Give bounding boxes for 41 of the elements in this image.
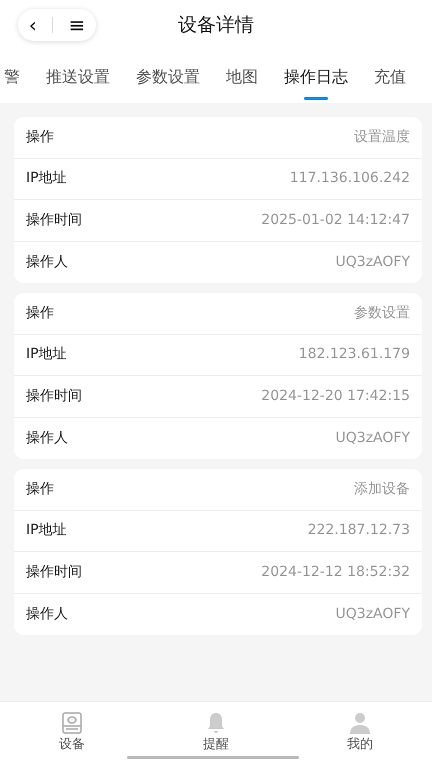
row-value: 2024-12-20 17:42:15 — [261, 386, 410, 406]
row-value: 117.136.106.242 — [290, 169, 410, 188]
nav-tab[interactable]: 设备 — [32, 710, 112, 754]
row-value: 参数设置 — [354, 304, 410, 323]
row-label: 操作时间 — [26, 562, 82, 582]
back-button[interactable]: ‹ — [22, 15, 43, 35]
row-value: UQ3zAOFY — [336, 604, 410, 624]
row-label: 操作 — [26, 128, 54, 147]
row-label: 操作人 — [26, 252, 68, 272]
row-value: 222.187.12.73 — [308, 521, 410, 540]
row-label: 操作人 — [26, 604, 68, 624]
device-icon — [60, 710, 84, 735]
nav-label: 我的 — [347, 736, 373, 754]
row-value: 添加设备 — [354, 480, 410, 499]
tab[interactable]: 推送设置 — [33, 50, 123, 103]
row-value: 182.123.61.179 — [298, 345, 410, 364]
row-value: UQ3zAOFY — [336, 428, 410, 448]
row-label: 操作人 — [26, 428, 68, 448]
tab[interactable]: 警 — [0, 50, 33, 103]
row-label: IP地址 — [26, 345, 67, 364]
row-label: 操作 — [26, 480, 54, 499]
row-label: 操作 — [26, 304, 54, 323]
tab[interactable]: 地图 — [213, 50, 271, 103]
menu-button[interactable]: ≡ — [62, 15, 92, 35]
row-label: 操作时间 — [26, 210, 82, 230]
row-label: 操作时间 — [26, 386, 82, 406]
nav-tab[interactable]: 我的 — [320, 710, 400, 754]
row-value: 设置温度 — [354, 128, 410, 147]
row-label: IP地址 — [26, 521, 67, 540]
tab[interactable]: 参数设置 — [123, 50, 213, 103]
row-value: 2025-01-02 14:12:47 — [261, 210, 410, 230]
row-value: 2024-12-12 18:52:32 — [261, 562, 410, 582]
tab[interactable]: 充值 — [361, 50, 419, 103]
page-title: 设备详情 — [178, 12, 254, 38]
nav-label: 设备 — [59, 736, 85, 754]
row-label: IP地址 — [26, 169, 67, 188]
tab[interactable]: 操作日志 — [271, 50, 361, 103]
person-icon — [348, 710, 372, 735]
nav-label: 提醒 — [203, 736, 229, 754]
row-value: UQ3zAOFY — [336, 252, 410, 272]
nav-tab[interactable]: 提醒 — [176, 710, 256, 754]
